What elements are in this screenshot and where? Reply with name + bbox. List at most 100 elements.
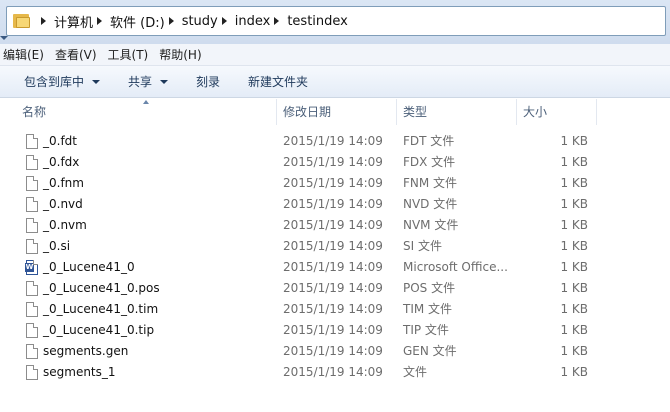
address-bar-strip: 计算机 软件 (D:) study index testindex <box>0 0 670 44</box>
burn-button[interactable]: 刻录 <box>196 73 220 90</box>
file-row[interactable]: _0.fnm 2015/1/19 14:09 FNM 文件 1 KB <box>0 173 670 194</box>
chevron-down-icon <box>92 79 101 84</box>
file-list: _0.fdt 2015/1/19 14:09 FDT 文件 1 KB _0.fdx 201… <box>0 131 670 383</box>
file-row[interactable]: _0.fdx 2015/1/19 14:09 FDX 文件 1 KB <box>0 152 670 173</box>
file-row[interactable]: W _0_Lucene41_0 2015/1/19 14:09 Microsoft O… <box>0 257 670 278</box>
file-name: _0_Lucene41_0.tip <box>43 323 155 337</box>
breadcrumb-study[interactable]: study <box>182 14 218 29</box>
column-divider[interactable] <box>596 99 597 125</box>
file-type: TIP 文件 <box>403 323 449 337</box>
file-icon <box>26 176 38 191</box>
file-size: 1 KB <box>560 239 588 253</box>
file-row[interactable]: _0_Lucene41_0.pos 2015/1/19 14:09 POS 文件 1 … <box>0 278 670 299</box>
breadcrumb-computer[interactable]: 计算机 <box>54 12 93 31</box>
file-icon <box>26 155 38 170</box>
file-size: 1 KB <box>560 176 588 190</box>
breadcrumb-chevron-icon[interactable] <box>221 17 227 25</box>
column-header-name[interactable]: 名称 <box>16 99 46 125</box>
file-icon <box>26 281 38 296</box>
file-icon <box>26 218 38 233</box>
file-type: GEN 文件 <box>403 344 457 358</box>
folder-icon <box>13 13 31 29</box>
file-name: _0.si <box>43 239 71 253</box>
file-size: 1 KB <box>560 344 588 358</box>
file-size: 1 KB <box>560 323 588 337</box>
menu-help[interactable]: 帮助(H) <box>155 46 208 63</box>
back-dropdown-arrow-icon[interactable] <box>0 36 8 40</box>
file-type: NVD 文件 <box>403 197 458 211</box>
file-icon <box>26 134 38 149</box>
chevron-down-icon <box>160 79 169 84</box>
file-modified-date: 2015/1/19 14:09 <box>283 134 383 148</box>
file-type: FNM 文件 <box>403 176 458 190</box>
file-size: 1 KB <box>560 197 588 211</box>
column-header-size[interactable]: 大小 <box>517 99 547 125</box>
file-size: 1 KB <box>560 260 588 274</box>
file-size: 1 KB <box>560 302 588 316</box>
file-name: segments.gen <box>43 344 129 358</box>
file-name: _0_Lucene41_0.pos <box>43 281 160 295</box>
share-label: 共享 <box>128 75 153 89</box>
burn-label: 刻录 <box>196 75 221 89</box>
include-in-library-button[interactable]: 包含到库中 <box>24 73 101 90</box>
file-modified-date: 2015/1/19 14:09 <box>283 344 383 358</box>
breadcrumb-chevron-icon[interactable] <box>97 17 103 25</box>
breadcrumb-chevron-icon[interactable] <box>274 17 280 25</box>
file-row[interactable]: segments_1 2015/1/19 14:09 文件 1 KB <box>0 362 670 383</box>
file-name: _0_Lucene41_0 <box>43 260 135 274</box>
file-type: TIM 文件 <box>403 302 453 316</box>
address-bar[interactable]: 计算机 软件 (D:) study index testindex <box>6 6 666 36</box>
file-name: _0.nvd <box>43 197 83 211</box>
file-modified-date: 2015/1/19 14:09 <box>283 323 383 337</box>
new-folder-label: 新建文件夹 <box>248 75 309 89</box>
breadcrumb-chevron-icon[interactable] <box>41 17 46 25</box>
file-modified-date: 2015/1/19 14:09 <box>283 365 383 379</box>
file-size: 1 KB <box>560 218 588 232</box>
file-modified-date: 2015/1/19 14:09 <box>283 302 383 316</box>
new-folder-button[interactable]: 新建文件夹 <box>248 73 308 90</box>
file-row[interactable]: _0.fdt 2015/1/19 14:09 FDT 文件 1 KB <box>0 131 670 152</box>
share-button[interactable]: 共享 <box>128 73 169 90</box>
file-row[interactable]: _0.nvm 2015/1/19 14:09 NVM 文件 1 KB <box>0 215 670 236</box>
breadcrumb-testindex[interactable]: testindex <box>287 14 348 29</box>
file-size: 1 KB <box>560 155 588 169</box>
column-header-date[interactable]: 修改日期 <box>277 99 331 125</box>
breadcrumb-chevron-icon[interactable] <box>168 17 174 25</box>
file-row[interactable]: _0_Lucene41_0.tip 2015/1/19 14:09 TIP 文件 1 … <box>0 320 670 341</box>
file-name: _0.fnm <box>43 176 84 190</box>
file-size: 1 KB <box>560 134 588 148</box>
file-modified-date: 2015/1/19 14:09 <box>283 218 383 232</box>
file-type: NVM 文件 <box>403 218 459 232</box>
file-icon <box>26 239 38 254</box>
file-name: _0.fdx <box>43 155 80 169</box>
breadcrumb-drive-d[interactable]: 软件 (D:) <box>110 12 165 31</box>
word-document-icon: W <box>25 260 38 275</box>
file-row[interactable]: _0.nvd 2015/1/19 14:09 NVD 文件 1 KB <box>0 194 670 215</box>
file-modified-date: 2015/1/19 14:09 <box>283 155 383 169</box>
file-name: _0.nvm <box>43 218 87 232</box>
file-name: _0_Lucene41_0.tim <box>43 302 159 316</box>
column-header-type[interactable]: 类型 <box>397 99 427 125</box>
file-type: SI 文件 <box>403 239 442 253</box>
file-type: FDX 文件 <box>403 155 456 169</box>
file-type: 文件 <box>403 365 428 379</box>
file-icon <box>26 344 38 359</box>
command-bar: 包含到库中 共享 刻录 新建文件夹 <box>0 66 670 98</box>
file-row[interactable]: _0.si 2015/1/19 14:09 SI 文件 1 KB <box>0 236 670 257</box>
file-modified-date: 2015/1/19 14:09 <box>283 176 383 190</box>
file-name: segments_1 <box>43 365 116 379</box>
breadcrumb-index[interactable]: index <box>235 14 271 29</box>
menu-bar: 编辑(E) 查看(V) 工具(T) 帮助(H) <box>0 44 670 66</box>
file-icon <box>26 197 38 212</box>
menu-view[interactable]: 查看(V) <box>51 46 104 63</box>
file-row[interactable]: _0_Lucene41_0.tim 2015/1/19 14:09 TIM 文件 1 … <box>0 299 670 320</box>
column-headers: 名称 修改日期 类型 大小 <box>0 99 670 125</box>
menu-edit[interactable]: 编辑(E) <box>0 46 51 63</box>
file-modified-date: 2015/1/19 14:09 <box>283 281 383 295</box>
file-size: 1 KB <box>560 281 588 295</box>
file-row[interactable]: segments.gen 2015/1/19 14:09 GEN 文件 1 KB <box>0 341 670 362</box>
file-icon <box>26 302 38 317</box>
menu-tools[interactable]: 工具(T) <box>104 46 156 63</box>
file-type: Microsoft Office... <box>403 260 508 274</box>
file-icon <box>26 323 38 338</box>
